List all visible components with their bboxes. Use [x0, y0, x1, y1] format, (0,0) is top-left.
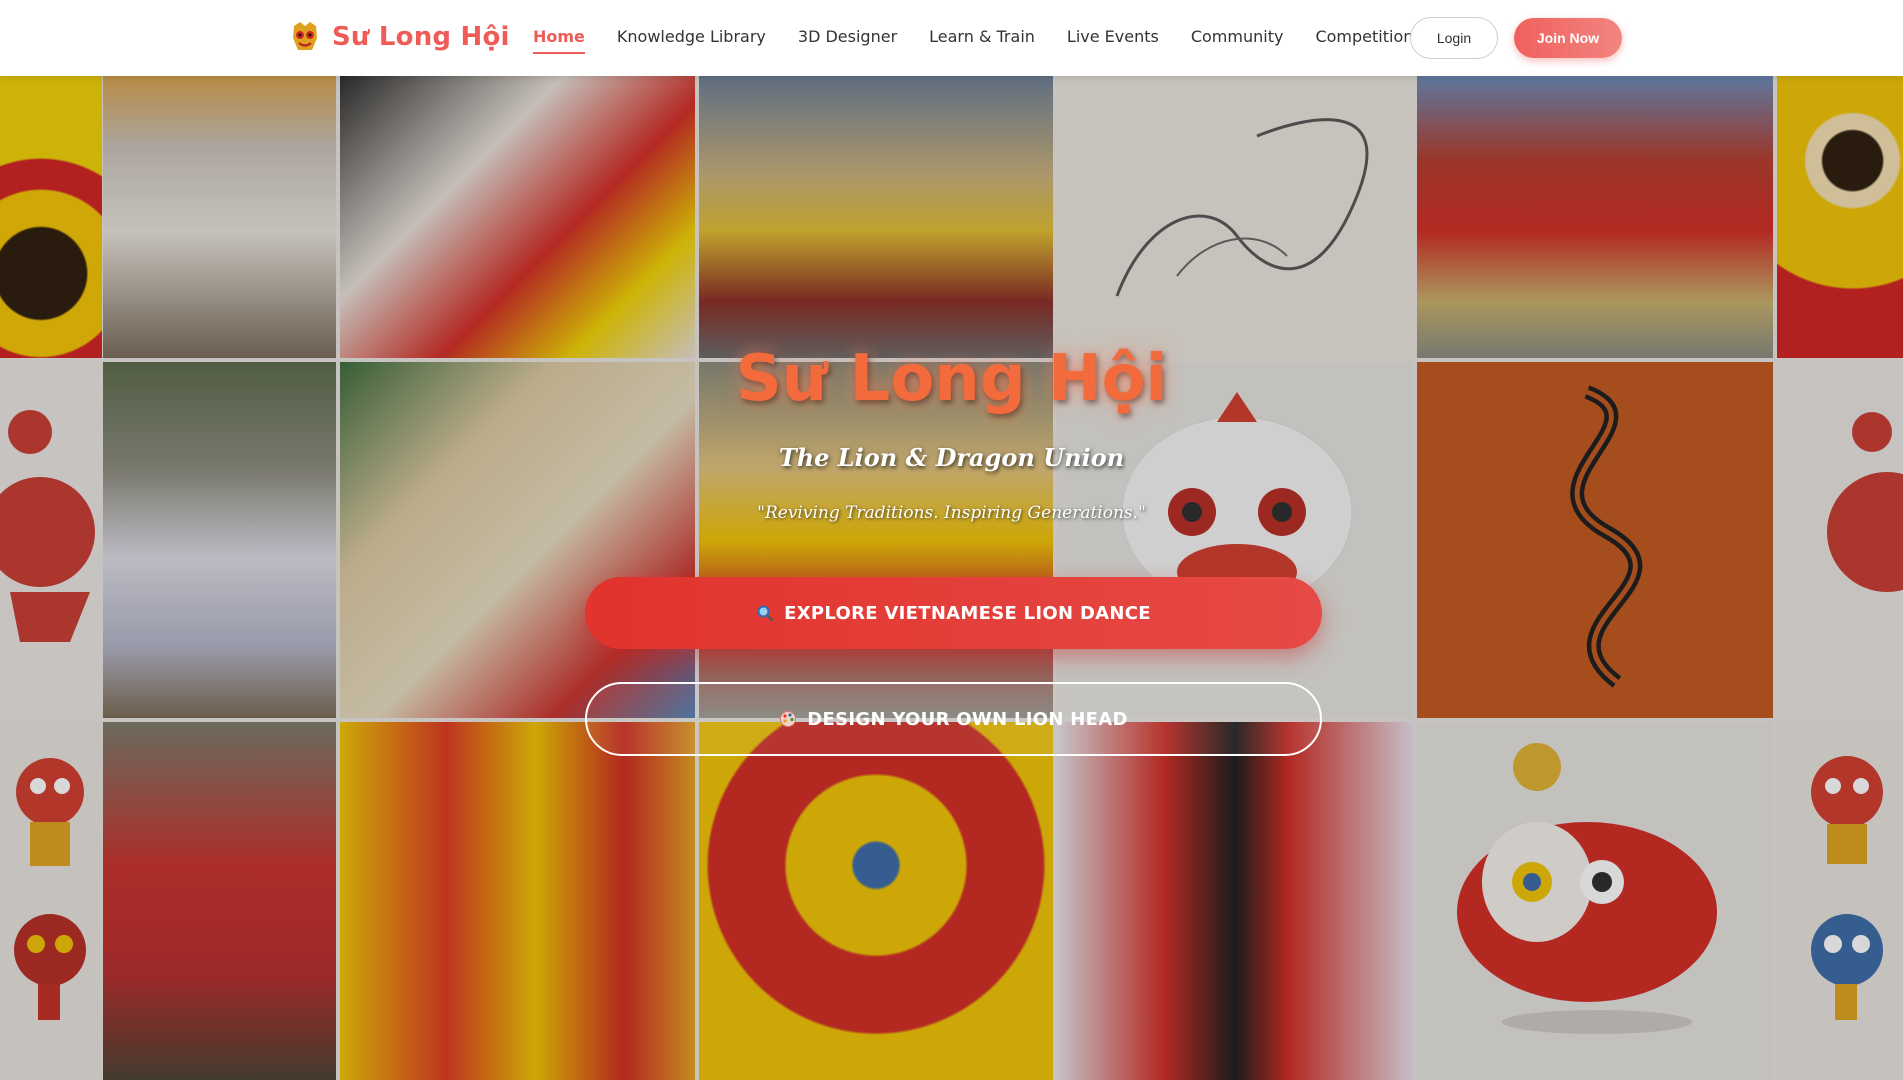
gallery-tile-cartoon-lion: [1417, 722, 1773, 1080]
gallery-tile-lion-eye: [0, 76, 102, 358]
design-button-label: DESIGN YOUR OWN LION HEAD: [807, 708, 1128, 730]
brand[interactable]: Sư Long Hội: [290, 20, 510, 54]
login-button[interactable]: Login: [1410, 17, 1498, 59]
gallery-tile-yellow-red-lions: [340, 722, 695, 1080]
gallery-tile-masks-left: [0, 722, 102, 1080]
brand-name: Sư Long Hội: [332, 22, 510, 52]
lion-head-icon: [293, 22, 317, 50]
gallery-tile-dragon-sketch: [1057, 76, 1413, 358]
main-nav: Home Knowledge Library 3D Designer Learn…: [533, 27, 1422, 54]
nav-item-community[interactable]: Community: [1191, 27, 1284, 54]
nav-item-competitions[interactable]: Competitions: [1315, 27, 1421, 54]
gallery-tile-white-black-lions: [1057, 722, 1413, 1080]
gallery-tile-lion-eye-right: [1777, 76, 1903, 358]
hero-subtitle: The Lion & Dragon Union: [778, 443, 1125, 472]
gallery-tile-street-parade: [699, 76, 1053, 358]
gallery-tile-lion-pair: [340, 76, 695, 358]
top-navbar: Sư Long Hội Home Knowledge Library 3D De…: [0, 0, 1903, 76]
gallery-tile-lion-closeup: [699, 722, 1053, 1080]
design-lion-head-button[interactable]: DESIGN YOUR OWN LION HEAD: [585, 682, 1322, 756]
gallery-tile-white-lion: [103, 76, 336, 358]
hero-title: Sư Long Hội: [735, 342, 1168, 416]
hero-quote: "Reviving Traditions. Inspiring Generati…: [757, 503, 1146, 523]
gallery-tile-temple-festival: [1417, 76, 1773, 358]
gallery-tile-masks-right: [1777, 722, 1903, 1080]
explore-lion-dance-button[interactable]: EXPLORE VIETNAMESE LION DANCE: [585, 577, 1322, 649]
search-icon: [757, 605, 774, 622]
nav-item-knowledge-library[interactable]: Knowledge Library: [617, 27, 766, 54]
explore-button-label: EXPLORE VIETNAMESE LION DANCE: [784, 602, 1151, 624]
gallery-tile-red-lions: [103, 722, 336, 1080]
nav-item-home[interactable]: Home: [533, 27, 585, 54]
palette-icon: [780, 711, 797, 727]
nav-item-3d-designer[interactable]: 3D Designer: [798, 27, 897, 54]
nav-item-learn-train[interactable]: Learn & Train: [929, 27, 1035, 54]
join-now-button[interactable]: Join Now: [1514, 18, 1622, 58]
nav-item-live-events[interactable]: Live Events: [1067, 27, 1159, 54]
